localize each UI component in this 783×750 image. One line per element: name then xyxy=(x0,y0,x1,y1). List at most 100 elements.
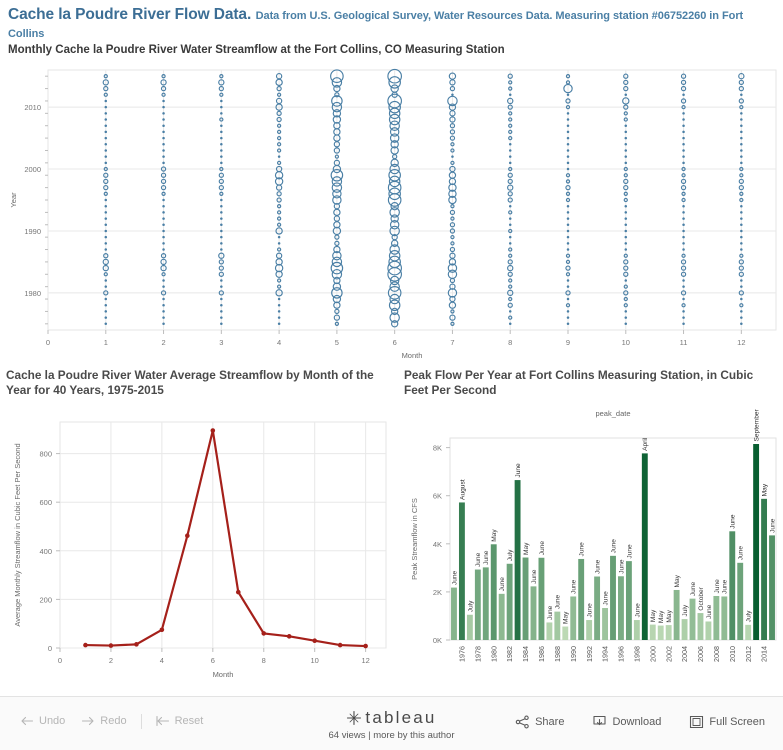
line-chart-title: Cache la Poudre River Water Average Stre… xyxy=(6,368,374,397)
bar-mark xyxy=(649,624,656,640)
bubble-mark xyxy=(220,211,223,214)
line-data-point xyxy=(286,634,292,639)
redo-button[interactable]: Redo xyxy=(75,713,132,729)
bubble-mark xyxy=(740,310,743,313)
undo-button[interactable]: Undo xyxy=(14,713,71,729)
bar-mark xyxy=(602,608,608,640)
line-data-point xyxy=(210,428,216,433)
bar-month-label: May xyxy=(523,542,530,555)
bubble-mark xyxy=(740,322,743,326)
line-chart-svg[interactable]: 0 200 400 600 800 0 2 4 6 8 10 12 Average Monthly St… xyxy=(6,398,400,686)
bar-year-tick-label: 1980 xyxy=(489,646,498,662)
bar-mark xyxy=(458,502,465,640)
bar-month-label: June xyxy=(531,569,538,584)
bubble-mark xyxy=(682,229,685,233)
bubble-chart-svg[interactable]: 19801990200020100 1 2 3 4 5 6 7 8 9 10 11 12YearMont… xyxy=(0,58,783,360)
average-streamflow-line-chart[interactable]: Cache la Poudre River Water Average Stre… xyxy=(6,368,400,688)
svg-text:0: 0 xyxy=(46,338,50,347)
svg-text:1980: 1980 xyxy=(24,289,41,298)
peak-flow-bar-chart[interactable]: Peak Flow Per Year at Fort Collins Measu… xyxy=(404,368,783,688)
tableau-logo[interactable]: tableau xyxy=(328,708,454,728)
bar-year-tick-label: 2010 xyxy=(728,646,737,662)
line-data-point xyxy=(261,631,267,636)
bar-mark xyxy=(689,598,696,640)
bubble-mark xyxy=(104,297,108,301)
bubble-mark xyxy=(162,242,165,245)
bubble-mark xyxy=(220,248,223,251)
bar-month-label: May xyxy=(491,529,498,542)
bar-month-label: June xyxy=(475,552,482,567)
bar-chart-svg[interactable]: peak_date 0K 2K 4K 6K 8K Peak Streamflow in CF… xyxy=(404,398,783,686)
fullscreen-button[interactable]: Full Screen xyxy=(683,713,771,731)
bar-month-label: September xyxy=(754,408,761,441)
bubble-mark xyxy=(566,223,570,227)
svg-text:7: 7 xyxy=(450,338,454,347)
bar-year-tick-label: 2008 xyxy=(712,646,721,662)
bubble-mark xyxy=(508,155,512,158)
bubble-mark xyxy=(220,229,223,233)
download-icon xyxy=(592,715,607,729)
bar-mark xyxy=(578,558,585,640)
svg-text:6K: 6K xyxy=(433,492,442,501)
fullscreen-icon xyxy=(689,715,704,729)
bubble-mark xyxy=(682,124,685,127)
bar-month-label: July xyxy=(682,604,689,616)
monthly-streamflow-bubble-chart[interactable]: 1980 1990 2000 2010 0 1 2 3 4 5 6 7 8 9 10 11 12 Year Mont… xyxy=(0,58,783,360)
bubble-mark xyxy=(104,161,108,165)
bar-mark xyxy=(737,562,744,640)
bar-month-label: June xyxy=(602,591,609,606)
bar-month-label: June xyxy=(738,546,745,561)
svg-text:800: 800 xyxy=(39,450,52,459)
toolbar-left-group: Undo Redo Reset xyxy=(14,713,209,729)
bubble-mark xyxy=(220,105,223,109)
bubble-mark xyxy=(162,316,165,319)
svg-text:6: 6 xyxy=(393,338,397,347)
bubble-mark xyxy=(508,161,512,165)
line-data-point xyxy=(337,642,343,648)
views-count-text[interactable]: 64 views | more by this author xyxy=(328,730,454,741)
bubble-mark xyxy=(624,204,628,208)
bubble-mark xyxy=(104,130,108,134)
svg-text:200: 200 xyxy=(39,595,52,604)
bubble-mark xyxy=(682,161,685,165)
bubble-mark xyxy=(162,217,165,220)
bar-year-tick-label: 1990 xyxy=(569,646,578,662)
bar-month-label: June xyxy=(690,582,697,597)
bubble-mark xyxy=(566,242,570,245)
bubble-mark xyxy=(451,93,454,97)
bubble-mark xyxy=(220,322,223,326)
bubble-mark xyxy=(220,285,223,288)
svg-text:2010: 2010 xyxy=(24,103,41,112)
bubble-mark xyxy=(220,149,223,152)
download-button[interactable]: Download xyxy=(586,713,667,731)
line-data-point xyxy=(159,627,165,633)
bar-year-tick-label: 1978 xyxy=(473,646,482,662)
bubble-mark xyxy=(740,143,743,146)
bubble-mark xyxy=(220,99,223,103)
bubble-mark xyxy=(682,248,685,251)
reset-button[interactable]: Reset xyxy=(150,713,210,729)
tableau-glyph-icon xyxy=(346,710,362,726)
bubble-mark xyxy=(104,279,108,282)
bubble-mark xyxy=(104,105,108,109)
bubble-mark xyxy=(220,143,223,146)
bubble-mark xyxy=(740,223,743,227)
share-button[interactable]: Share xyxy=(509,713,570,731)
svg-text:4: 4 xyxy=(277,338,281,347)
redo-icon xyxy=(81,715,95,727)
bar-month-label: June xyxy=(515,463,522,478)
svg-text:10: 10 xyxy=(622,338,630,347)
bubble-mark xyxy=(566,143,570,146)
svg-text:Average Monthly Streamflow in: Average Monthly Streamflow in Cubic Feet… xyxy=(13,443,22,626)
svg-text:Month: Month xyxy=(213,670,234,679)
bubble-mark xyxy=(624,143,628,146)
bar-month-label: June xyxy=(706,604,713,619)
tableau-toolbar: Undo Redo Reset tableau 64 views | more … xyxy=(0,696,783,750)
bubble-mark xyxy=(624,161,628,165)
bubble-mark xyxy=(566,322,570,326)
bubble-mark xyxy=(508,242,512,245)
bubble-chart-title: Monthly Cache la Poudre River Water Stre… xyxy=(8,44,505,56)
bar-mark xyxy=(522,557,529,640)
bar-mark xyxy=(562,626,569,640)
bar-mark xyxy=(633,620,640,640)
